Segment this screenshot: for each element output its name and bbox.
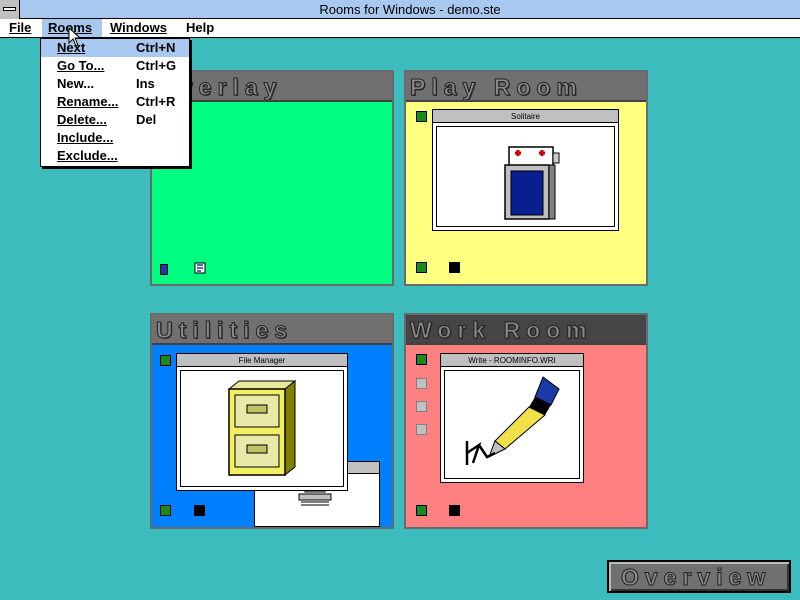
solitaire-cards-icon: [504, 146, 560, 220]
room-title: Utilities: [155, 317, 294, 344]
window-marker-icon[interactable]: [160, 264, 168, 275]
menu-item-next[interactable]: Next Ctrl+N: [41, 39, 189, 57]
solitaire-window[interactable]: Solitaire: [432, 109, 619, 231]
room-header[interactable]: Work Room: [406, 315, 646, 345]
menu-item-goto[interactable]: Go To... Ctrl+G: [41, 57, 189, 75]
window-marker-icon[interactable]: [449, 505, 460, 516]
room-work-room[interactable]: Work Room Write - ROOMINFO.WRI: [404, 313, 648, 529]
menu-item-label: Include...: [57, 130, 114, 145]
window-client: [444, 370, 580, 479]
room-window-marker[interactable]: [416, 354, 427, 365]
room-title: Work Room: [410, 317, 593, 344]
room-body[interactable]: File Manager: [152, 345, 392, 527]
window-marker-icon[interactable]: [449, 262, 460, 273]
title-bar: Rooms for Windows - demo.ste: [0, 0, 800, 19]
menu-item-label: Exclude...: [57, 148, 118, 163]
menu-item-shortcut: Ctrl+R: [136, 94, 176, 109]
window-title: File Manager: [177, 354, 347, 367]
window-marker-icon[interactable]: [416, 401, 427, 412]
app-icon[interactable]: [194, 262, 206, 274]
window-title: Solitaire: [433, 110, 618, 123]
menu-item-new[interactable]: New... Ins: [41, 75, 189, 93]
mouse-cursor-icon: [68, 27, 82, 47]
room-window-marker[interactable]: [416, 111, 427, 122]
menu-item-shortcut: Del: [136, 112, 157, 127]
menu-item-shortcut: Ctrl+G: [136, 58, 177, 73]
room-header[interactable]: Play Room: [406, 72, 646, 102]
menu-item-label: New...: [57, 76, 95, 91]
room-body[interactable]: Solitaire: [406, 102, 646, 284]
room-header[interactable]: Utilities: [152, 315, 392, 345]
window-client: [436, 126, 615, 227]
room-utilities[interactable]: Utilities File Manager: [150, 313, 394, 529]
fountain-pen-icon: [465, 376, 560, 465]
menu-help[interactable]: Help: [180, 19, 220, 37]
file-manager-window[interactable]: File Manager: [176, 353, 348, 491]
menu-item-label: Rename...: [57, 94, 119, 109]
menu-item-shortcut: Ins: [136, 76, 155, 91]
menu-item-label: Go To...: [57, 58, 105, 73]
menu-windows[interactable]: Windows: [104, 19, 173, 37]
window-marker-icon[interactable]: [416, 378, 427, 389]
window-marker-icon[interactable]: [416, 262, 427, 273]
window-marker-icon[interactable]: [194, 505, 205, 516]
room-title: Play Room: [410, 74, 583, 101]
system-menu-icon[interactable]: [0, 0, 20, 19]
menu-item-label: Delete...: [57, 112, 107, 127]
menu-item-rename[interactable]: Rename... Ctrl+R: [41, 93, 189, 111]
menu-item-shortcut: Ctrl+N: [136, 40, 176, 55]
room-play-room[interactable]: Play Room Solitaire: [404, 70, 648, 286]
file-cabinet-icon: [227, 379, 297, 477]
window-marker-icon[interactable]: [160, 505, 171, 516]
window-title: Write - ROOMINFO.WRI: [441, 354, 583, 367]
menu-item-include[interactable]: Include...: [41, 129, 189, 147]
overview-button-label: Overview: [620, 564, 772, 591]
room-window-marker[interactable]: [160, 355, 171, 366]
window-title: Rooms for Windows - demo.ste: [319, 2, 501, 17]
room-body[interactable]: Write - ROOMINFO.WRI: [406, 345, 646, 527]
rooms-dropdown-menu: Next Ctrl+N Go To... Ctrl+G New... Ins R…: [40, 38, 190, 167]
window-marker-icon[interactable]: [416, 424, 427, 435]
window-client: [180, 370, 344, 487]
menu-item-delete[interactable]: Delete... Del: [41, 111, 189, 129]
menu-file[interactable]: File: [3, 19, 37, 37]
menu-bar: File Rooms Windows Help: [0, 19, 800, 38]
window-marker-icon[interactable]: [416, 505, 427, 516]
overview-button[interactable]: Overview: [607, 560, 791, 593]
menu-item-exclude[interactable]: Exclude...: [41, 147, 189, 165]
write-window[interactable]: Write - ROOMINFO.WRI: [440, 353, 584, 483]
